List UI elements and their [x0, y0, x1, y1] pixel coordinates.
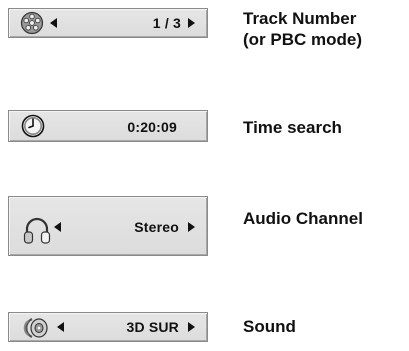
- track-number-label-line-2: (or PBC mode): [243, 30, 362, 49]
- track-number-label-line-1: Track Number: [243, 9, 357, 28]
- clock-icon: [21, 114, 45, 138]
- next-arrow-icon[interactable]: [188, 322, 195, 332]
- speaker-3d-icon: [23, 318, 48, 338]
- headphones-icon: [23, 217, 51, 244]
- audio-channel-label-line-1: Audio Channel: [243, 209, 363, 228]
- audio-channel-label: Audio Channel: [243, 208, 363, 229]
- next-arrow-icon[interactable]: [188, 222, 195, 232]
- track-number-display[interactable]: 1 / 3: [8, 8, 208, 38]
- track-number-value: 1 / 3: [152, 15, 181, 31]
- previous-arrow-icon[interactable]: [50, 18, 57, 28]
- time-search-label-line-1: Time search: [243, 118, 342, 137]
- sound-value: 3D SUR: [126, 319, 179, 335]
- time-search-value: 0:20:09: [127, 119, 177, 135]
- disc-reel-icon: [20, 11, 44, 35]
- sound-label: Sound: [243, 316, 296, 337]
- previous-arrow-icon[interactable]: [54, 222, 61, 232]
- sound-display[interactable]: 3D SUR: [8, 312, 208, 342]
- track-number-label: Track Number (or PBC mode): [243, 8, 362, 50]
- time-search-label: Time search: [243, 117, 342, 138]
- next-arrow-icon[interactable]: [188, 18, 195, 28]
- audio-channel-value: Stereo: [134, 219, 179, 235]
- time-search-display[interactable]: 0:20:09: [8, 110, 208, 142]
- previous-arrow-icon[interactable]: [57, 322, 64, 332]
- sound-label-line-1: Sound: [243, 317, 296, 336]
- audio-channel-display[interactable]: Stereo: [8, 196, 208, 256]
